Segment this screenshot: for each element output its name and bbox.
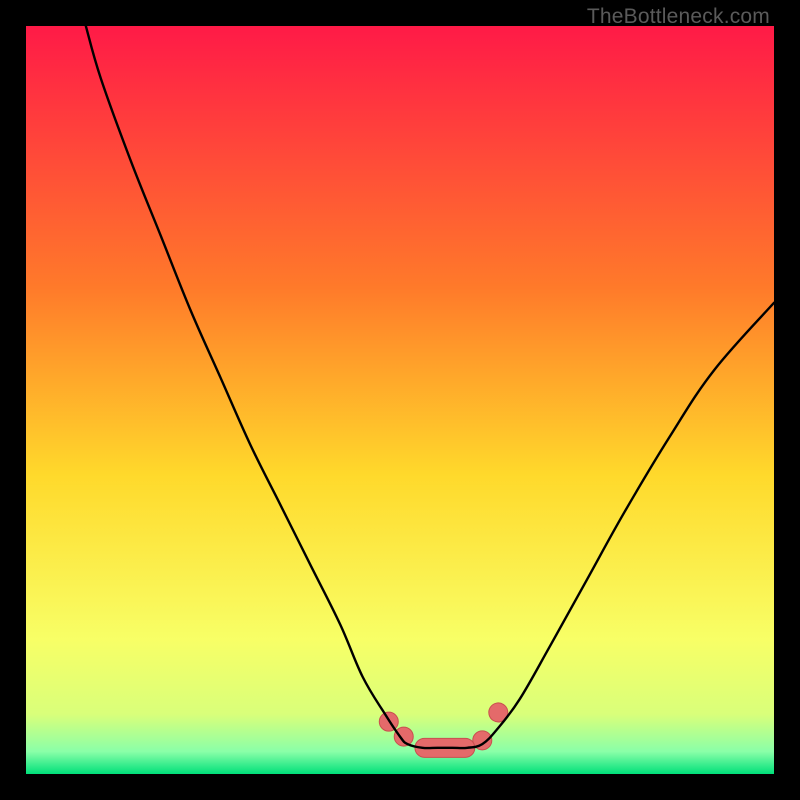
- plot-svg: [26, 26, 774, 774]
- marker-dot: [394, 727, 413, 746]
- plot-area: [26, 26, 774, 774]
- watermark-text: TheBottleneck.com: [587, 6, 770, 27]
- chart-stage: TheBottleneck.com: [0, 0, 800, 800]
- gradient-background: [26, 26, 774, 774]
